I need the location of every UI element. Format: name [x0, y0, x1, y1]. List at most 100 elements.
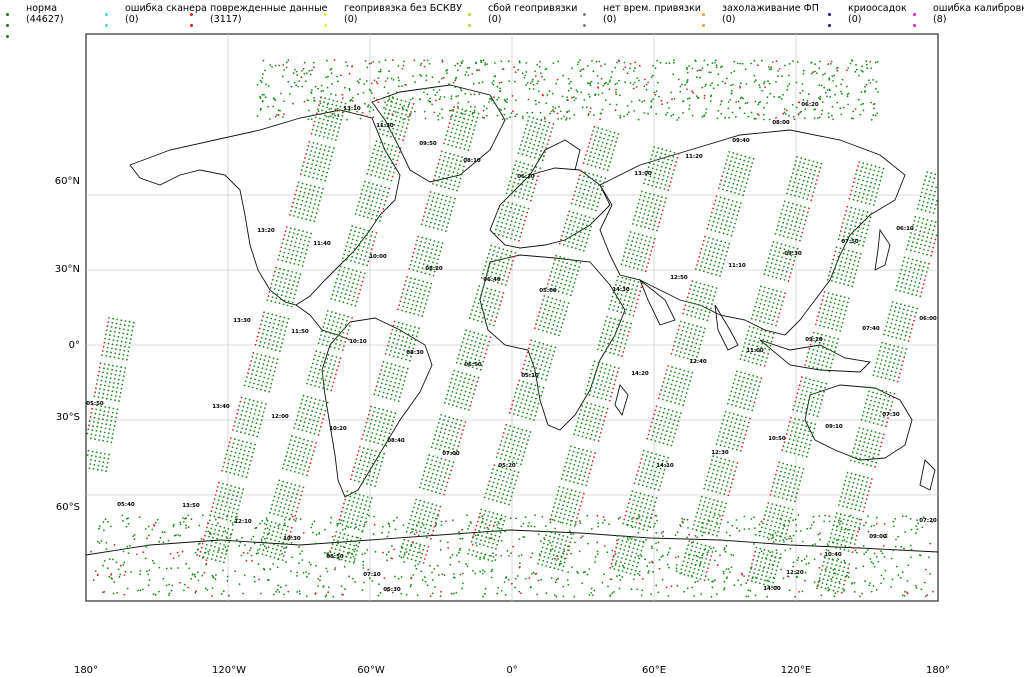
- scan-point: [541, 564, 544, 566]
- scan-point: [588, 172, 591, 175]
- scan-point: [473, 345, 476, 347]
- scan-point: [395, 347, 397, 349]
- scan-point: [778, 251, 781, 254]
- scan-point: [322, 400, 325, 403]
- scan-point: [417, 235, 420, 238]
- scan-point: [506, 280, 508, 282]
- scan-point: [638, 496, 641, 499]
- scan-point: [605, 363, 608, 366]
- scan-point: [249, 364, 252, 366]
- scan-point: [658, 410, 661, 413]
- scan-point: [265, 320, 267, 323]
- scan-point: [559, 547, 561, 549]
- scan-point: [569, 493, 572, 496]
- scan-point: [486, 519, 488, 521]
- scan-point: [467, 118, 469, 121]
- scan-point: [273, 340, 275, 342]
- scan-point: [558, 334, 560, 337]
- scan-point: [613, 335, 616, 338]
- scan-point: [732, 226, 735, 229]
- scan-point: [485, 304, 488, 307]
- scan-point: [562, 565, 565, 568]
- scan-point: [281, 484, 283, 487]
- scan-point: [397, 339, 400, 341]
- scan-point: [278, 540, 280, 543]
- scan-point: [564, 314, 566, 317]
- scan-point: [383, 142, 386, 145]
- scan-point: [221, 469, 224, 472]
- scan-point: [430, 476, 433, 479]
- scan-point: [286, 274, 288, 276]
- scan-point: [426, 462, 428, 465]
- scan-point: [542, 542, 545, 545]
- scan-point: [769, 266, 772, 269]
- scan-point: [427, 515, 430, 518]
- scan-point: [386, 104, 388, 106]
- scan-point: [594, 165, 597, 168]
- scan-point: [444, 415, 447, 417]
- scan-point: [379, 220, 381, 222]
- scan-point: [654, 470, 657, 473]
- scan-point: [297, 281, 300, 284]
- scan-point: [246, 424, 249, 426]
- scan-point: [569, 267, 571, 270]
- scan-point: [249, 381, 251, 384]
- scan-point: [667, 158, 669, 161]
- scan-point: [381, 194, 384, 197]
- scan-point: [603, 181, 606, 184]
- scan-point: [619, 328, 622, 331]
- scan-point: [440, 185, 442, 188]
- scan-point: [666, 412, 669, 415]
- scan-point: [730, 190, 732, 193]
- scan-point: [472, 318, 475, 321]
- scan-point: [337, 540, 339, 542]
- scan-point: [593, 156, 595, 159]
- scan-point: [646, 266, 648, 268]
- scan-point: [663, 377, 666, 379]
- scan-point: [515, 479, 517, 482]
- scan-point: [258, 362, 261, 365]
- scan-point: [493, 538, 496, 541]
- scan-point: [600, 397, 603, 400]
- scan-point: [615, 296, 618, 299]
- scan-point: [538, 140, 541, 143]
- scan-point: [457, 384, 460, 386]
- scan-point: [505, 498, 507, 501]
- scan-point: [423, 307, 426, 309]
- scan-point: [333, 346, 336, 349]
- scan-point: [530, 413, 532, 416]
- scan-point: [414, 326, 416, 328]
- scan-point: [418, 503, 420, 506]
- scan-point: [511, 447, 514, 450]
- scan-point: [636, 474, 638, 476]
- scan-point: [622, 522, 624, 525]
- scan-point: [728, 225, 731, 228]
- scan-point: [301, 398, 304, 401]
- scan-point: [557, 490, 560, 492]
- scan-point: [313, 203, 316, 205]
- scan-point: [518, 454, 521, 456]
- scan-point: [256, 418, 259, 421]
- scan-point: [660, 389, 663, 392]
- scan-point: [513, 181, 516, 184]
- scan-point: [573, 481, 575, 483]
- scan-point: [303, 421, 306, 424]
- scan-point: [217, 551, 219, 553]
- scan-point: [465, 373, 468, 376]
- scan-point: [457, 445, 460, 448]
- scan-point: [246, 406, 249, 409]
- scan-point: [626, 321, 628, 324]
- scan-point: [678, 372, 680, 375]
- scan-point: [270, 521, 273, 523]
- scan-point: [734, 192, 736, 194]
- scan-point: [694, 298, 697, 301]
- scan-point: [346, 271, 349, 274]
- scan-point: [493, 307, 496, 309]
- scan-point: [422, 562, 425, 564]
- scan-point: [569, 237, 572, 239]
- scan-point: [693, 289, 695, 292]
- scan-point: [615, 560, 618, 562]
- scan-point: [322, 387, 324, 390]
- scan-point: [640, 255, 642, 258]
- scan-point: [500, 225, 503, 228]
